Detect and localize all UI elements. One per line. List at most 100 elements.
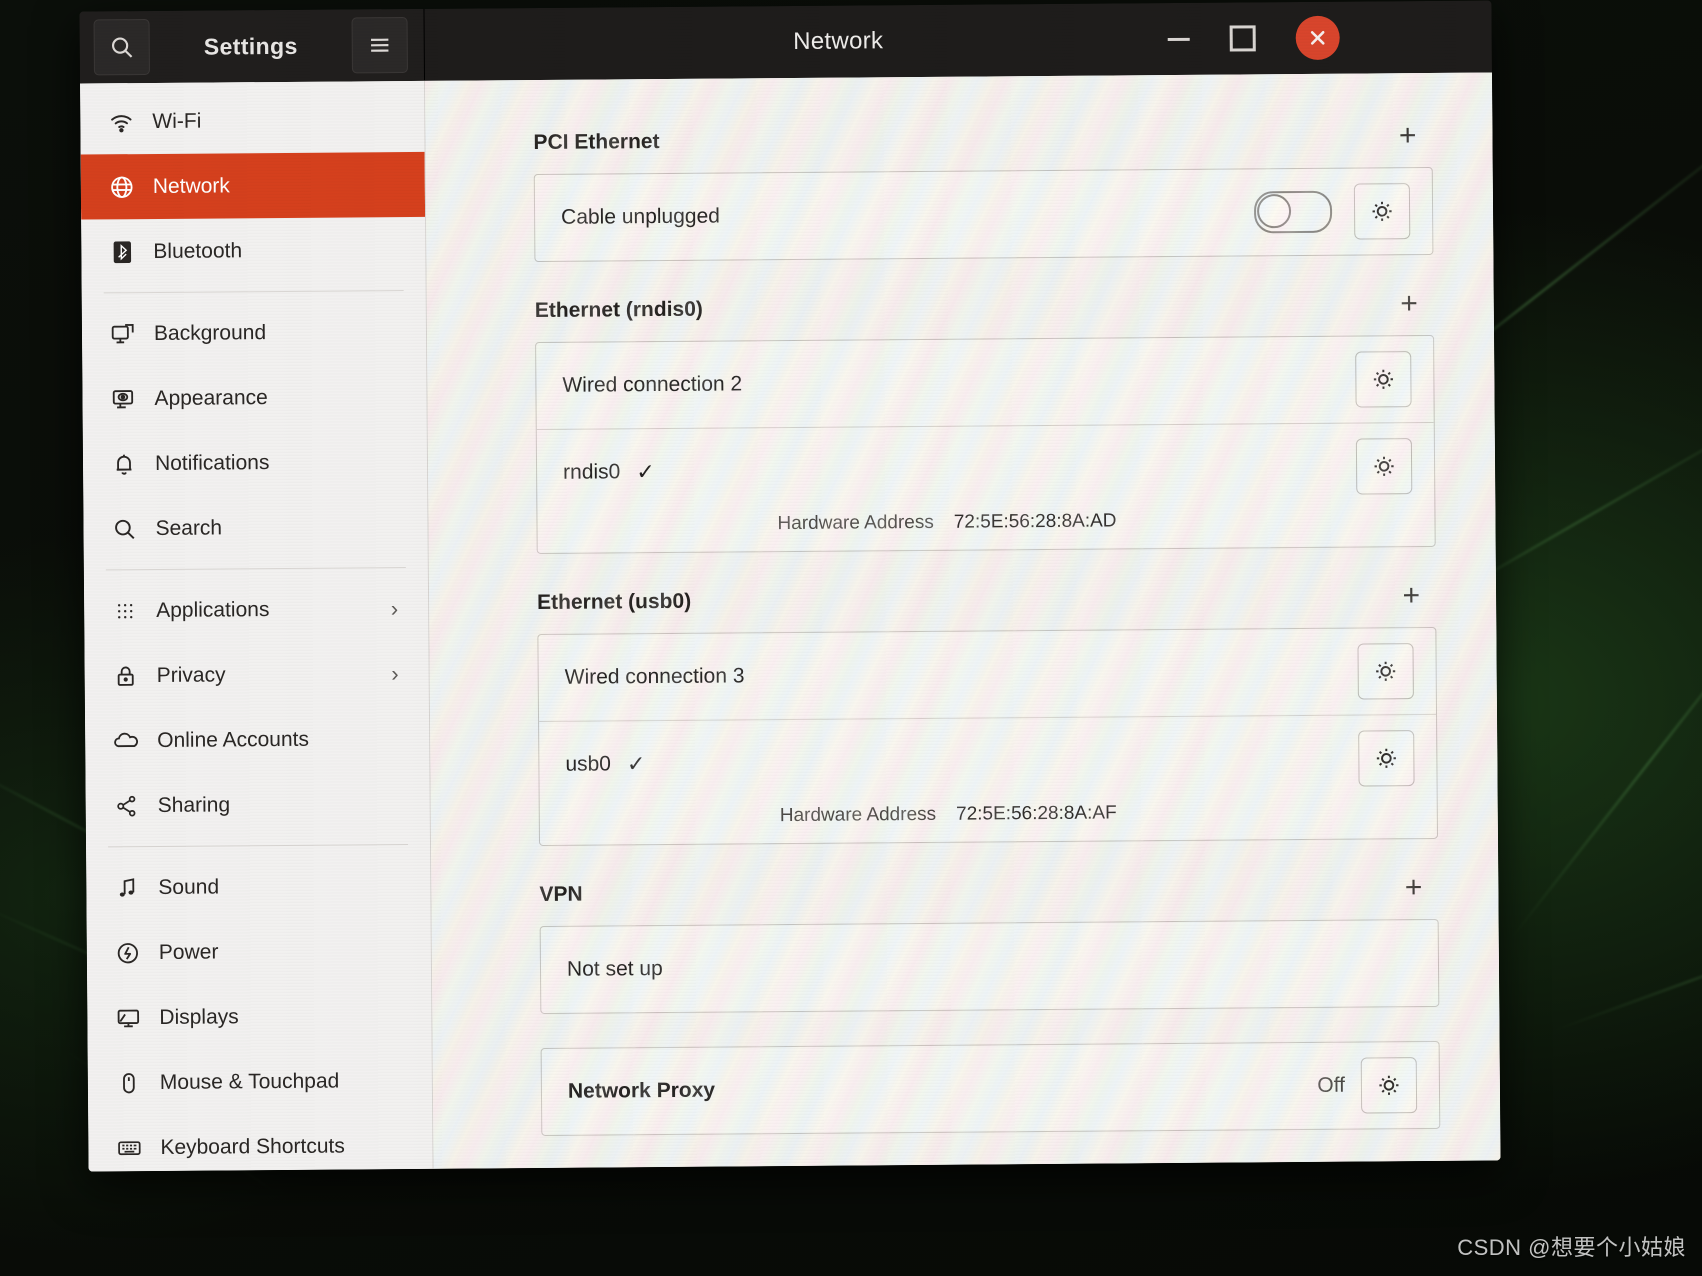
pci-ethernet-settings-button[interactable] (1353, 183, 1411, 240)
device-name: usb0 ✓ (565, 745, 1358, 777)
background-icon (106, 321, 140, 347)
settings-sidebar[interactable]: Wi-Fi Network Bluetooth Background Appea… (80, 80, 434, 1172)
hardware-address-value: 72:5E:56:28:8A:AF (956, 802, 1117, 825)
applications-grid-icon (108, 599, 142, 623)
section-header: PCI Ethernet + (533, 119, 1432, 158)
section-title: VPN (539, 882, 583, 906)
power-icon (111, 940, 145, 966)
gear-icon (1369, 198, 1395, 224)
sidebar-item-label: Wi-Fi (152, 109, 202, 133)
gear-icon (1373, 745, 1399, 771)
network-proxy-settings-button[interactable] (1360, 1057, 1418, 1114)
sidebar-item-label: Background (153, 320, 267, 345)
table-row[interactable]: Wired connection 3 (538, 628, 1436, 721)
share-icon (110, 793, 144, 819)
pci-ethernet-toggle[interactable] (1253, 190, 1333, 234)
network-proxy-card: Network Proxy Off (540, 1040, 1441, 1136)
section-header: VPN + (539, 871, 1438, 910)
sidebar-item-power[interactable]: Power (87, 918, 431, 986)
hardware-address-row: Hardware Address 72:5E:56:28:8A:AD (537, 508, 1434, 553)
search-icon (109, 34, 135, 60)
search-icon (107, 516, 141, 542)
titlebar-right-pane: Network (424, 0, 1492, 80)
sidebar-item-displays[interactable]: Displays (87, 983, 431, 1051)
add-vpn-button[interactable]: + (1395, 871, 1433, 904)
sidebar-item-applications[interactable]: Applications › (84, 576, 428, 644)
usb0-settings-button[interactable] (1358, 729, 1415, 787)
wired-connection-3-settings-button[interactable] (1357, 643, 1414, 700)
sidebar-item-label: Notifications (154, 450, 270, 475)
table-row[interactable]: Not set up (541, 920, 1439, 1013)
keyboard-icon (112, 1135, 146, 1161)
section-header: Ethernet (rndis0) + (535, 287, 1434, 326)
sidebar-item-label: Search (155, 515, 223, 540)
ethernet-rndis0-card: Wired connection 2 rndis0 ✓ Hardware Add… (535, 334, 1436, 554)
chevron-right-icon: › (391, 660, 399, 686)
sidebar-item-appearance[interactable]: Appearance (82, 364, 426, 432)
chevron-right-icon: › (390, 595, 399, 621)
appearance-icon (106, 386, 140, 412)
vpn-status-label: Not set up (566, 957, 663, 981)
section-ethernet-usb0: Ethernet (usb0) + Wired connection 3 usb… (537, 579, 1439, 846)
rndis0-settings-button[interactable] (1355, 437, 1413, 495)
add-ethernet-usb0-button[interactable]: + (1392, 579, 1430, 612)
close-icon (1306, 26, 1330, 50)
pci-ethernet-status-label: Cable unplugged (561, 204, 720, 229)
toggle-knob (1256, 194, 1292, 229)
sidebar-item-privacy[interactable]: Privacy › (84, 641, 428, 709)
sidebar-item-search[interactable]: Search (83, 494, 427, 562)
maximize-button[interactable] (1226, 21, 1260, 55)
sidebar-item-keyboard-shortcuts[interactable]: Keyboard Shortcuts (88, 1113, 432, 1172)
search-button[interactable] (93, 19, 150, 76)
maximize-icon (1229, 25, 1256, 52)
sidebar-item-wifi[interactable]: Wi-Fi (80, 87, 424, 155)
sidebar-item-online-accounts[interactable]: Online Accounts (85, 706, 429, 774)
sidebar-item-label: Power (158, 940, 219, 964)
gear-icon (1371, 453, 1397, 479)
sidebar-item-notifications[interactable]: Notifications (83, 429, 427, 497)
close-button[interactable] (1295, 15, 1340, 61)
pci-ethernet-card: Cable unplugged (533, 166, 1434, 262)
hardware-address-label: Hardware Address (777, 511, 934, 535)
sidebar-item-label: Bluetooth (153, 238, 243, 263)
bluetooth-icon (105, 239, 139, 265)
sidebar-item-sound[interactable]: Sound (86, 853, 430, 921)
sidebar-item-mouse-touchpad[interactable]: Mouse & Touchpad (88, 1048, 432, 1116)
table-row[interactable]: Cable unplugged (535, 168, 1433, 261)
menu-button[interactable] (351, 16, 408, 74)
music-note-icon (110, 875, 144, 901)
vpn-card: Not set up (539, 918, 1440, 1014)
sidebar-divider (105, 567, 406, 571)
device-label: usb0 (565, 751, 612, 776)
add-ethernet-rndis0-button[interactable]: + (1390, 287, 1428, 320)
sidebar-item-label: Appearance (154, 385, 268, 410)
connection-name: Wired connection 2 (562, 372, 743, 397)
app-title: Settings (203, 32, 298, 60)
desktop-background: Settings Network Wi-Fi Network Bluetooth… (0, 0, 1702, 1276)
titlebar-left-pane: Settings (79, 8, 426, 84)
sidebar-item-label: Keyboard Shortcuts (160, 1134, 345, 1159)
minimize-button[interactable] (1162, 22, 1196, 56)
sidebar-item-sharing[interactable]: Sharing (85, 771, 429, 839)
wired-connection-2-settings-button[interactable] (1355, 351, 1412, 408)
cloud-icon (109, 728, 143, 754)
add-pci-ethernet-button[interactable]: + (1389, 119, 1427, 152)
section-title: Ethernet (usb0) (537, 589, 692, 614)
sidebar-item-bluetooth[interactable]: Bluetooth (81, 217, 425, 285)
table-row[interactable]: usb0 ✓ (539, 713, 1437, 807)
network-proxy-status: Off (1317, 1073, 1346, 1097)
watermark: CSDN @想要个小姑娘 (1457, 1235, 1686, 1260)
table-row[interactable]: Wired connection 2 (536, 336, 1434, 429)
check-icon: ✓ (636, 458, 655, 484)
section-network-proxy: Network Proxy Off (540, 1040, 1441, 1136)
desktop-streak (1548, 928, 1702, 1034)
section-pci-ethernet: PCI Ethernet + Cable unplugged (533, 119, 1434, 262)
table-row[interactable]: rndis0 ✓ (536, 421, 1435, 515)
network-proxy-label: Network Proxy (567, 1078, 716, 1103)
check-icon: ✓ (626, 750, 646, 776)
section-vpn: VPN + Not set up (539, 871, 1440, 1014)
sidebar-item-network[interactable]: Network (80, 151, 426, 220)
lock-icon (109, 663, 143, 689)
sidebar-item-background[interactable]: Background (82, 299, 426, 367)
table-row[interactable]: Network Proxy Off (542, 1042, 1440, 1135)
